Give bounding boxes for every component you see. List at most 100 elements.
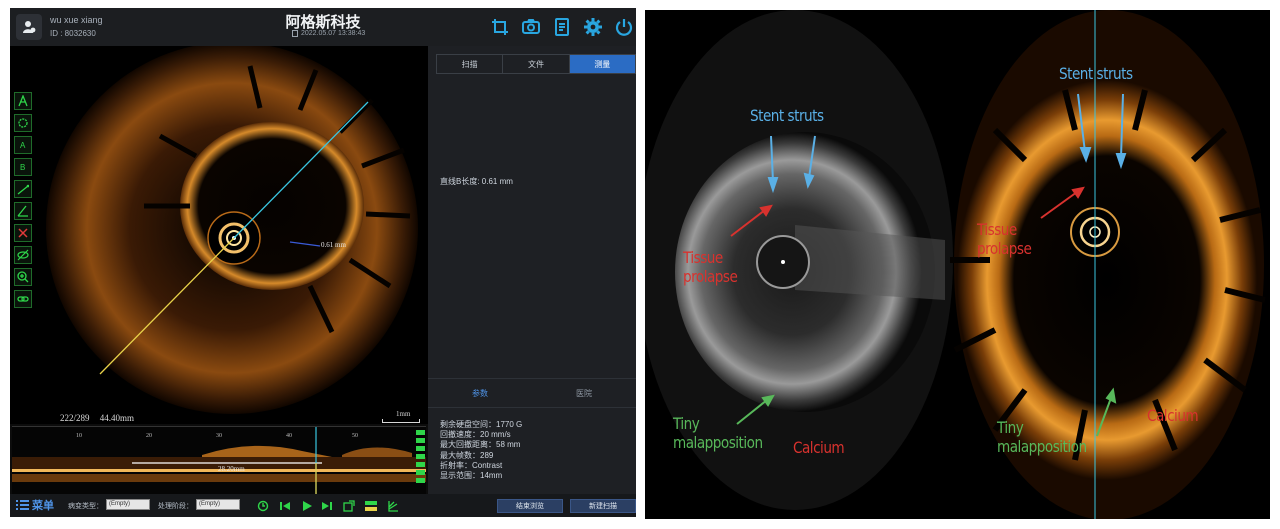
line-measure-icon (17, 184, 29, 195)
long-tool-button[interactable] (416, 438, 425, 443)
compare-icon (365, 501, 377, 511)
play-button[interactable] (300, 499, 314, 513)
long-tool-button[interactable] (416, 454, 425, 459)
top-bar: wu xue xiang ID : 8032630 阿格斯科技 2022.05.… (10, 8, 636, 46)
zoom-in-button[interactable] (14, 268, 32, 286)
longitudinal-view[interactable]: 28.20mm 10 20 30 40 50 (12, 426, 426, 495)
user-name: wu xue xiang (50, 15, 103, 25)
param-refraction: 折射率：Contrast (440, 460, 503, 470)
branch-icon (388, 501, 398, 512)
longitudinal-toolbar (415, 428, 427, 497)
crop-icon (492, 19, 508, 35)
skip-forward-icon (322, 502, 332, 510)
power-button[interactable] (613, 16, 635, 38)
branch-button[interactable] (386, 499, 400, 513)
long-tool-button[interactable] (416, 470, 425, 475)
crop-button[interactable] (489, 16, 511, 38)
ivus-tiny-line2: malapposition (673, 433, 763, 452)
camera-icon (522, 19, 540, 34)
history-icon (257, 500, 269, 512)
frame-counter: 222/289 (60, 413, 90, 423)
report-icon (555, 18, 569, 36)
angle-button[interactable] (14, 202, 32, 220)
svg-text:A: A (20, 141, 26, 150)
scan-datetime: 2022.05.07 13:38:43 (292, 30, 365, 37)
angle-icon (17, 205, 28, 217)
long-tool-button[interactable] (416, 462, 425, 467)
oct-cross-section-view[interactable]: 0.61 mm (10, 42, 428, 424)
ivus-tissue-label: Tissue prolapse (683, 248, 738, 286)
ivus-tissue-line2: prolapse (683, 267, 738, 286)
view-frame-button[interactable] (342, 499, 356, 513)
last-frame-button[interactable] (320, 499, 334, 513)
link-button[interactable] (14, 290, 32, 308)
scale-label: 1mm (396, 410, 411, 418)
hide-overlay-button[interactable] (14, 246, 32, 264)
lesion-type-label: 病变类型： (68, 503, 103, 510)
ivus-stent-label: Stent struts (750, 106, 824, 125)
point-b-icon: B (20, 163, 25, 172)
user-icon (23, 21, 36, 33)
lesion-type-select[interactable]: (Empty) (106, 499, 150, 510)
snapshot-button[interactable] (520, 16, 542, 38)
oct-tiny-line1: Tiny (997, 418, 1024, 437)
hide-eye-icon (17, 249, 29, 261)
tick-label: 20 (146, 433, 152, 439)
frame-info: 222/289 44.40mm (60, 413, 134, 423)
tab-hospital[interactable]: 医院 (532, 379, 636, 407)
ivus-tiny-label: Tiny malapposition (673, 414, 763, 452)
skip-back-icon (280, 502, 290, 510)
compare-button[interactable] (364, 499, 378, 513)
area-manual-button[interactable] (14, 114, 32, 132)
point-a-button[interactable]: A (14, 136, 32, 154)
delete-measure-button[interactable] (14, 224, 32, 242)
right-panel: 扫描 文件 测量 直线B长度: 0.61 mm 参数 医院 剩余硬盘空间：177… (428, 46, 636, 494)
app-title: 阿格斯科技 (285, 14, 361, 31)
tab-measure[interactable]: 测量 (569, 55, 635, 73)
tab-scan[interactable]: 扫描 (437, 55, 504, 73)
tab-params[interactable]: 参数 (428, 379, 532, 407)
ivus-oct-comparison: Stent struts Tissue prolapse Tiny malapp… (645, 10, 1270, 519)
param-frames: 最大帧数：289 (440, 450, 494, 460)
oct-tiny-line2: malapposition (997, 437, 1087, 456)
frame-view-icon (343, 500, 355, 512)
area-auto-button[interactable] (14, 92, 32, 110)
play-icon (303, 501, 312, 511)
tick-label: 30 (216, 433, 222, 439)
end-browse-button[interactable]: 结束浏览 (497, 499, 563, 513)
param-distance: 最大回撤距离：58 mm (440, 440, 521, 450)
report-button[interactable] (551, 16, 573, 38)
menu-button[interactable]: 菜单 (16, 497, 54, 513)
long-tool-button[interactable] (416, 478, 425, 483)
tab-file[interactable]: 文件 (503, 55, 570, 73)
power-icon (615, 19, 633, 36)
new-scan-button[interactable]: 新建扫描 (570, 499, 636, 513)
history-button[interactable] (256, 499, 270, 513)
oct-calcium-label: Calcium (1147, 406, 1199, 425)
document-icon (292, 30, 298, 37)
long-tool-button[interactable] (416, 430, 425, 435)
bottom-bar: 菜单 病变类型： (Empty) 处理阶段： (Empty) 结束浏览 新建扫描 (10, 494, 636, 517)
measure-toolbar: A B (14, 92, 36, 312)
area-manual-icon (18, 118, 28, 128)
first-frame-button[interactable] (278, 499, 292, 513)
point-b-button[interactable]: B (14, 158, 32, 176)
oct-tiny-label: Tiny malapposition (997, 418, 1087, 456)
menu-label: 菜单 (32, 500, 54, 512)
settings-gear-icon (584, 18, 602, 36)
menu-list-icon (16, 500, 29, 510)
line-measure-button[interactable] (14, 180, 32, 198)
oct-tissue-label: Tissue prolapse (977, 220, 1032, 258)
oct-tissue-line1: Tissue (977, 220, 1017, 239)
point-a-icon: A (20, 141, 26, 150)
param-speed: 回撤速度：20 mm/s (440, 430, 511, 440)
user-avatar[interactable] (16, 14, 42, 40)
long-tool-button[interactable] (416, 446, 425, 451)
param-disk: 剩余硬盘空间：1770 G (440, 420, 523, 429)
longitudinal-image: 28.20mm 10 20 30 40 50 (12, 427, 426, 495)
ivus-tissue-line1: Tissue (683, 248, 723, 267)
oct-tissue-line2: prolapse (977, 239, 1032, 258)
stage-select[interactable]: (Empty) (196, 499, 240, 510)
settings-button[interactable] (582, 16, 604, 38)
tick-label: 40 (286, 433, 292, 439)
